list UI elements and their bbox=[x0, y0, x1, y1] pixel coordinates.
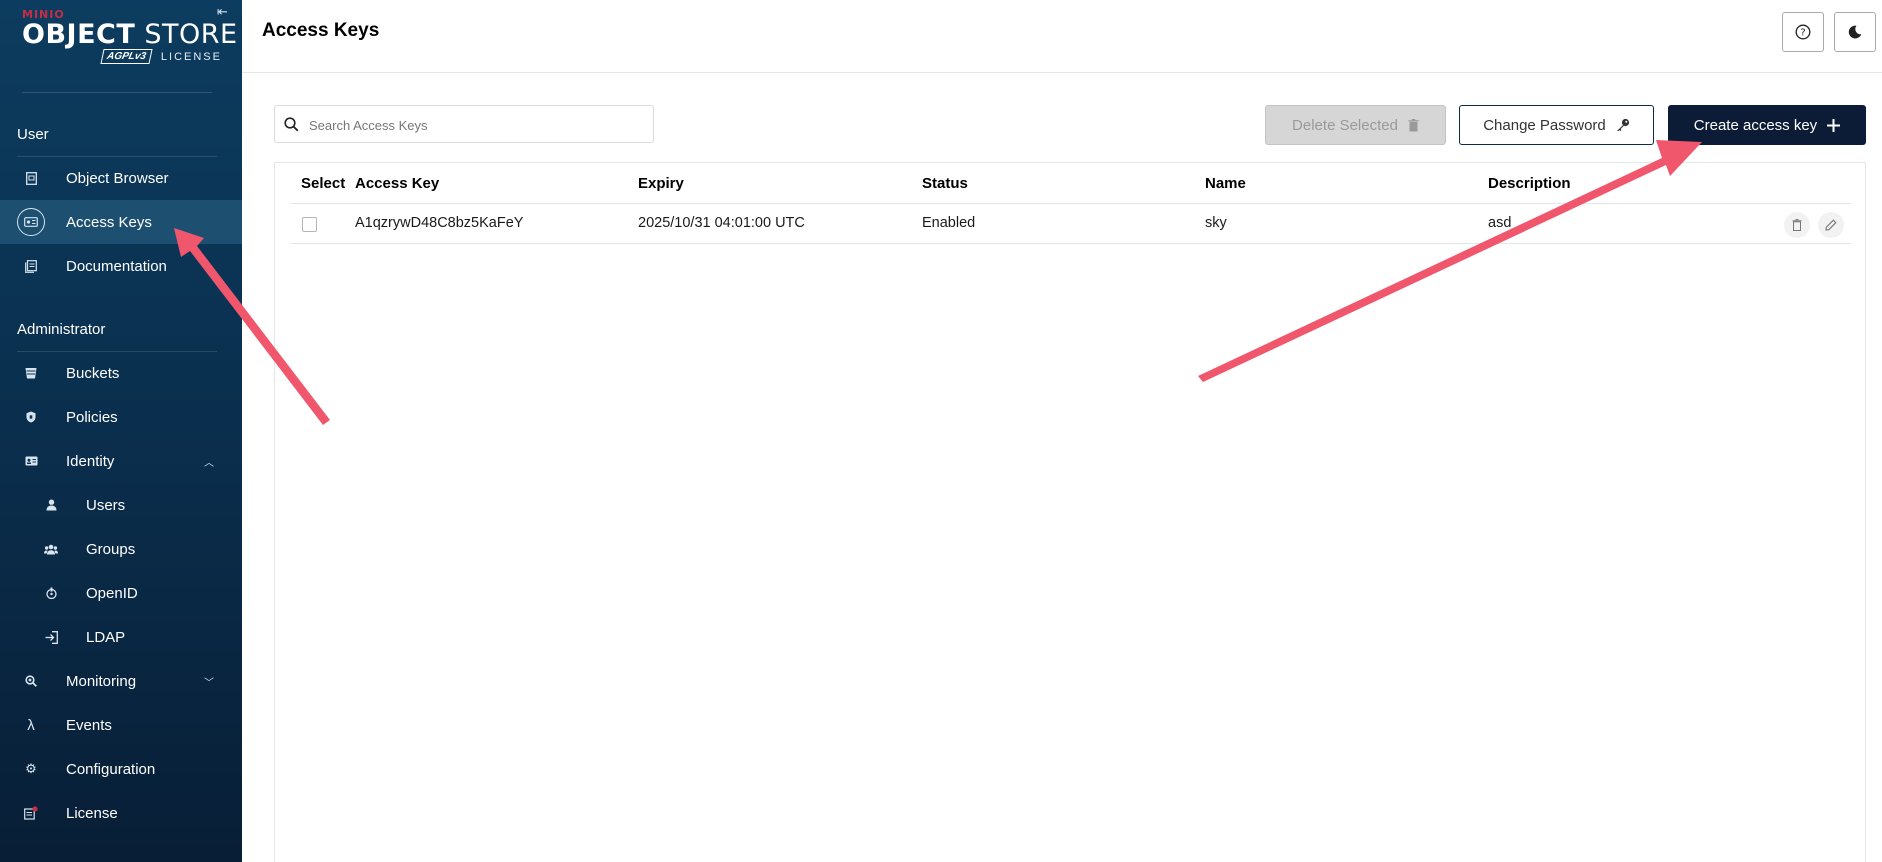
sidebar-item-label: Buckets bbox=[66, 364, 120, 382]
svg-text:?: ? bbox=[1800, 28, 1805, 39]
sidebar-item-label: Users bbox=[86, 496, 126, 514]
section-title-user: User bbox=[17, 126, 49, 143]
ldap-login-icon bbox=[42, 628, 60, 646]
sidebar-item-documentation[interactable]: Documentation bbox=[0, 244, 242, 288]
lambda-icon: λ bbox=[27, 716, 35, 734]
page-header: Access Keys ? bbox=[242, 0, 1882, 73]
create-access-key-label: Create access key bbox=[1693, 116, 1818, 134]
column-header-expiry: Expiry bbox=[638, 175, 684, 192]
delete-row-button[interactable] bbox=[1784, 212, 1810, 238]
license-badge: AGPLv3 LICENSE bbox=[100, 49, 222, 64]
object-browser-icon bbox=[22, 169, 40, 187]
cell-description: asd bbox=[1488, 215, 1512, 231]
sidebar-item-label: Access Keys bbox=[66, 213, 152, 231]
access-keys-icon bbox=[17, 208, 45, 236]
sidebar-item-label: Object Browser bbox=[66, 169, 169, 187]
policy-shield-icon bbox=[22, 408, 40, 426]
edit-row-button[interactable] bbox=[1818, 212, 1844, 238]
chevron-down-icon: ﹀ bbox=[204, 677, 214, 689]
column-header-status: Status bbox=[922, 175, 968, 192]
chevron-up-icon: ︿ bbox=[204, 457, 214, 469]
sidebar-item-label: Documentation bbox=[66, 257, 167, 275]
sidebar-item-buckets[interactable]: Buckets bbox=[0, 351, 242, 395]
change-password-button[interactable]: Change Password bbox=[1459, 105, 1654, 145]
delete-selected-button[interactable]: Delete Selected bbox=[1265, 105, 1446, 145]
create-access-key-button[interactable]: Create access key bbox=[1668, 105, 1866, 145]
license-icon bbox=[22, 804, 40, 822]
sidebar-item-configuration[interactable]: ⚙ Configuration bbox=[0, 747, 242, 791]
sidebar-item-ldap[interactable]: LDAP bbox=[0, 615, 242, 659]
cell-expiry: 2025/10/31 04:01:00 UTC bbox=[638, 215, 805, 231]
sidebar-item-identity[interactable]: Identity ︿ bbox=[0, 439, 242, 483]
search-box[interactable] bbox=[274, 105, 654, 143]
column-header-select: Select bbox=[301, 175, 346, 192]
sidebar-item-label: Events bbox=[66, 716, 112, 734]
gear-icon: ⚙ bbox=[25, 761, 37, 776]
cell-access-key: A1qzrywD48C8bz5KaFeY bbox=[355, 215, 524, 231]
search-icon bbox=[284, 117, 299, 132]
table-row[interactable]: A1qzrywD48C8bz5KaFeY 2025/10/31 04:01:00… bbox=[291, 204, 1851, 244]
column-header-name: Name bbox=[1205, 175, 1246, 192]
theme-toggle-button[interactable] bbox=[1834, 12, 1876, 52]
sidebar-item-policies[interactable]: Policies bbox=[0, 395, 242, 439]
change-password-label: Change Password bbox=[1483, 116, 1606, 134]
trash-icon bbox=[1792, 219, 1802, 231]
section-title-administrator: Administrator bbox=[17, 321, 106, 338]
documentation-icon bbox=[22, 257, 40, 275]
plus-icon bbox=[1827, 118, 1841, 132]
bucket-icon bbox=[22, 364, 40, 382]
monitoring-search-icon bbox=[22, 672, 40, 690]
divider bbox=[22, 92, 212, 93]
sidebar-item-label: Configuration bbox=[66, 760, 156, 778]
help-circle-icon: ? bbox=[1795, 24, 1811, 40]
sidebar-item-label: Monitoring bbox=[66, 672, 137, 690]
sidebar-item-users[interactable]: Users bbox=[0, 483, 242, 527]
trash-icon bbox=[1408, 118, 1419, 131]
moon-icon bbox=[1848, 25, 1862, 39]
groups-icon bbox=[42, 540, 60, 558]
sidebar-item-access-keys[interactable]: Access Keys bbox=[0, 200, 242, 244]
search-input[interactable] bbox=[309, 113, 639, 137]
product-name: OBJECT STORE bbox=[22, 19, 238, 50]
identity-card-icon bbox=[22, 452, 40, 470]
sidebar-item-license[interactable]: License bbox=[0, 791, 242, 835]
key-icon bbox=[1616, 118, 1629, 131]
row-select-checkbox[interactable] bbox=[302, 217, 317, 232]
sidebar-item-label: Identity bbox=[66, 452, 115, 470]
sidebar-item-label: License bbox=[66, 804, 118, 822]
access-keys-table: Select Access Key Expiry Status Name Des… bbox=[274, 162, 1866, 862]
sidebar-item-groups[interactable]: Groups bbox=[0, 527, 242, 571]
sidebar-item-events[interactable]: λ Events bbox=[0, 703, 242, 747]
sidebar: ⇤ MINIO OBJECT STORE AGPLv3 LICENSE User… bbox=[0, 0, 242, 862]
column-header-description: Description bbox=[1488, 175, 1571, 192]
help-button[interactable]: ? bbox=[1782, 12, 1824, 52]
sidebar-item-label: LDAP bbox=[86, 628, 126, 646]
cell-name: sky bbox=[1205, 215, 1227, 231]
page-title: Access Keys bbox=[262, 20, 380, 41]
delete-selected-label: Delete Selected bbox=[1292, 116, 1398, 134]
agpl-logo: AGPLv3 bbox=[100, 49, 153, 64]
sidebar-item-label: Policies bbox=[66, 408, 118, 426]
sidebar-item-monitoring[interactable]: Monitoring ﹀ bbox=[0, 659, 242, 703]
openid-icon bbox=[42, 584, 60, 602]
pencil-icon bbox=[1825, 219, 1837, 231]
column-header-access-key: Access Key bbox=[355, 175, 440, 192]
cell-status: Enabled bbox=[922, 215, 976, 231]
sidebar-item-object-browser[interactable]: Object Browser bbox=[0, 156, 242, 200]
sidebar-item-label: OpenID bbox=[86, 584, 138, 602]
sidebar-item-label: Groups bbox=[86, 540, 136, 558]
sidebar-item-openid[interactable]: OpenID bbox=[0, 571, 242, 615]
minio-logo: MINIO OBJECT STORE AGPLv3 LICENSE bbox=[22, 8, 238, 68]
user-icon bbox=[42, 496, 60, 514]
